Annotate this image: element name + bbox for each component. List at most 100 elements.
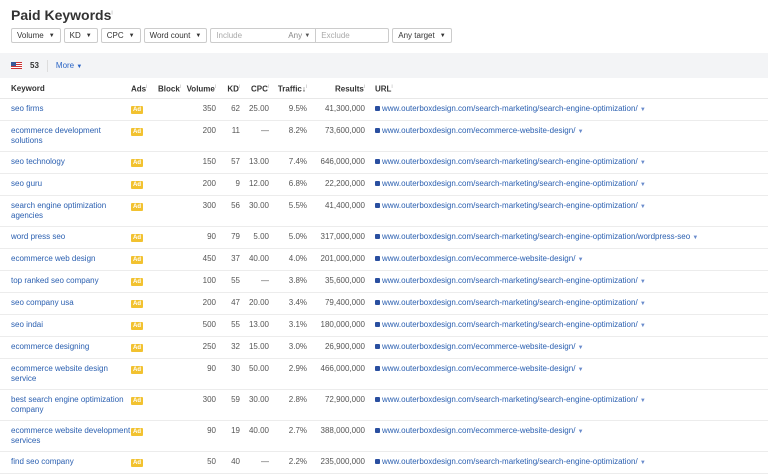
traffic-cell: 8.2%	[269, 120, 307, 151]
caret-down-icon[interactable]: ▼	[578, 429, 584, 435]
url-link[interactable]: www.outerboxdesign.com/search-marketing/…	[382, 457, 638, 466]
ad-badge-icon[interactable]: Ad	[131, 278, 143, 286]
include-input[interactable]: Include	[211, 29, 283, 42]
url-cell: www.outerboxdesign.com/search-marketing/…	[365, 314, 768, 336]
keyword-link[interactable]: seo guru	[0, 173, 131, 195]
table-row: top ranked seo company Ad 100 55 — 3.8% …	[0, 270, 768, 292]
keyword-link[interactable]: word press seo	[0, 226, 131, 248]
url-link[interactable]: www.outerboxdesign.com/search-marketing/…	[382, 179, 638, 188]
keywords-table: Keyword Adsi Blocki Volumei KDi CPCi Tra…	[0, 80, 768, 474]
caret-down-icon[interactable]: ▼	[640, 301, 646, 307]
keyword-link[interactable]: best search engine optimization company	[0, 389, 131, 420]
col-url[interactable]: URLi	[365, 80, 768, 98]
ad-badge-icon[interactable]: Ad	[131, 344, 143, 352]
caret-down-icon[interactable]: ▼	[640, 398, 646, 404]
traffic-cell: 2.2%	[269, 451, 307, 473]
url-link[interactable]: www.outerboxdesign.com/ecommerce-website…	[382, 426, 575, 435]
keyword-link[interactable]: ecommerce development solutions	[0, 120, 131, 151]
url-link[interactable]: www.outerboxdesign.com/ecommerce-website…	[382, 364, 575, 373]
block-cell	[158, 248, 186, 270]
caret-down-icon[interactable]: ▼	[692, 235, 698, 241]
col-results[interactable]: Resultsi	[307, 80, 365, 98]
ad-badge-icon[interactable]: Ad	[131, 256, 143, 264]
ads-cell: Ad	[131, 120, 158, 151]
caret-down-icon[interactable]: ▼	[578, 345, 584, 351]
ad-badge-icon[interactable]: Ad	[131, 128, 143, 136]
cpc-filter[interactable]: CPC▼	[101, 28, 141, 43]
keyword-link[interactable]: search engine optimization agencies	[0, 195, 131, 226]
url-link[interactable]: www.outerboxdesign.com/search-marketing/…	[382, 320, 638, 329]
col-keyword[interactable]: Keyword	[0, 80, 131, 98]
url-link[interactable]: www.outerboxdesign.com/search-marketing/…	[382, 298, 638, 307]
url-link[interactable]: www.outerboxdesign.com/search-marketing/…	[382, 395, 638, 404]
keyword-link[interactable]: seo indai	[0, 314, 131, 336]
exclude-input[interactable]: Exclude	[316, 29, 388, 42]
kd-filter[interactable]: KD▼	[64, 28, 98, 43]
keyword-link[interactable]: seo firms	[0, 98, 131, 120]
caret-down-icon[interactable]: ▼	[640, 323, 646, 329]
caret-down-icon[interactable]: ▼	[640, 160, 646, 166]
col-volume[interactable]: Volumei	[186, 80, 216, 98]
ad-badge-icon[interactable]: Ad	[131, 234, 143, 242]
col-block[interactable]: Blocki	[158, 80, 186, 98]
url-link[interactable]: www.outerboxdesign.com/ecommerce-website…	[382, 126, 575, 135]
caret-down-icon: ▼	[129, 33, 135, 39]
keyword-link[interactable]: ecommerce website design service	[0, 358, 131, 389]
keyword-link[interactable]: find seo company	[0, 451, 131, 473]
ad-badge-icon[interactable]: Ad	[131, 322, 143, 330]
table-row: seo guru Ad 200 9 12.00 6.8% 22,200,000 …	[0, 173, 768, 195]
url-link[interactable]: www.outerboxdesign.com/search-marketing/…	[382, 232, 690, 241]
volume-filter[interactable]: Volume▼	[11, 28, 61, 43]
lock-icon	[375, 106, 380, 111]
caret-down-icon[interactable]: ▼	[578, 257, 584, 263]
keyword-link[interactable]: seo technology	[0, 151, 131, 173]
info-icon[interactable]: i	[111, 10, 112, 16]
any-select[interactable]: Any ▼	[283, 29, 316, 42]
url-link[interactable]: www.outerboxdesign.com/search-marketing/…	[382, 157, 638, 166]
keyword-link[interactable]: top ranked seo company	[0, 270, 131, 292]
url-link[interactable]: www.outerboxdesign.com/search-marketing/…	[382, 104, 638, 113]
ads-cell: Ad	[131, 195, 158, 226]
ad-badge-icon[interactable]: Ad	[131, 366, 143, 374]
caret-down-icon[interactable]: ▼	[640, 460, 646, 466]
caret-down-icon: ▼	[49, 33, 55, 39]
traffic-cell: 3.0%	[269, 336, 307, 358]
results-cell: 41,400,000	[307, 195, 365, 226]
block-cell	[158, 358, 186, 389]
ad-badge-icon[interactable]: Ad	[131, 181, 143, 189]
word-count-filter[interactable]: Word count▼	[144, 28, 208, 43]
url-link[interactable]: www.outerboxdesign.com/search-marketing/…	[382, 276, 638, 285]
more-button[interactable]: More ▼	[56, 61, 82, 70]
caret-down-icon[interactable]: ▼	[578, 129, 584, 135]
cpc-cell: 20.00	[240, 292, 269, 314]
url-link[interactable]: www.outerboxdesign.com/ecommerce-website…	[382, 342, 575, 351]
caret-down-icon[interactable]: ▼	[640, 182, 646, 188]
ad-badge-icon[interactable]: Ad	[131, 459, 143, 467]
keyword-link[interactable]: seo company usa	[0, 292, 131, 314]
ad-badge-icon[interactable]: Ad	[131, 106, 143, 114]
ad-badge-icon[interactable]: Ad	[131, 428, 143, 436]
col-cpc[interactable]: CPCi	[240, 80, 269, 98]
url-link[interactable]: www.outerboxdesign.com/ecommerce-website…	[382, 254, 575, 263]
traffic-cell: 7.4%	[269, 151, 307, 173]
url-cell: www.outerboxdesign.com/search-marketing/…	[365, 98, 768, 120]
url-link[interactable]: www.outerboxdesign.com/search-marketing/…	[382, 201, 638, 210]
block-cell	[158, 451, 186, 473]
col-traffic[interactable]: Traffic↓i	[269, 80, 307, 98]
keyword-link[interactable]: ecommerce web design	[0, 248, 131, 270]
ad-badge-icon[interactable]: Ad	[131, 159, 143, 167]
ad-badge-icon[interactable]: Ad	[131, 300, 143, 308]
col-ads[interactable]: Adsi	[131, 80, 158, 98]
results-cell: 201,000,000	[307, 248, 365, 270]
caret-down-icon[interactable]: ▼	[640, 107, 646, 113]
any-target-filter[interactable]: Any target▼	[392, 28, 451, 43]
ad-badge-icon[interactable]: Ad	[131, 203, 143, 211]
caret-down-icon[interactable]: ▼	[578, 367, 584, 373]
caret-down-icon[interactable]: ▼	[640, 204, 646, 210]
keyword-link[interactable]: ecommerce designing	[0, 336, 131, 358]
col-kd[interactable]: KDi	[216, 80, 240, 98]
ad-badge-icon[interactable]: Ad	[131, 397, 143, 405]
traffic-cell: 9.5%	[269, 98, 307, 120]
caret-down-icon[interactable]: ▼	[640, 279, 646, 285]
keyword-link[interactable]: ecommerce website development services	[0, 420, 131, 451]
